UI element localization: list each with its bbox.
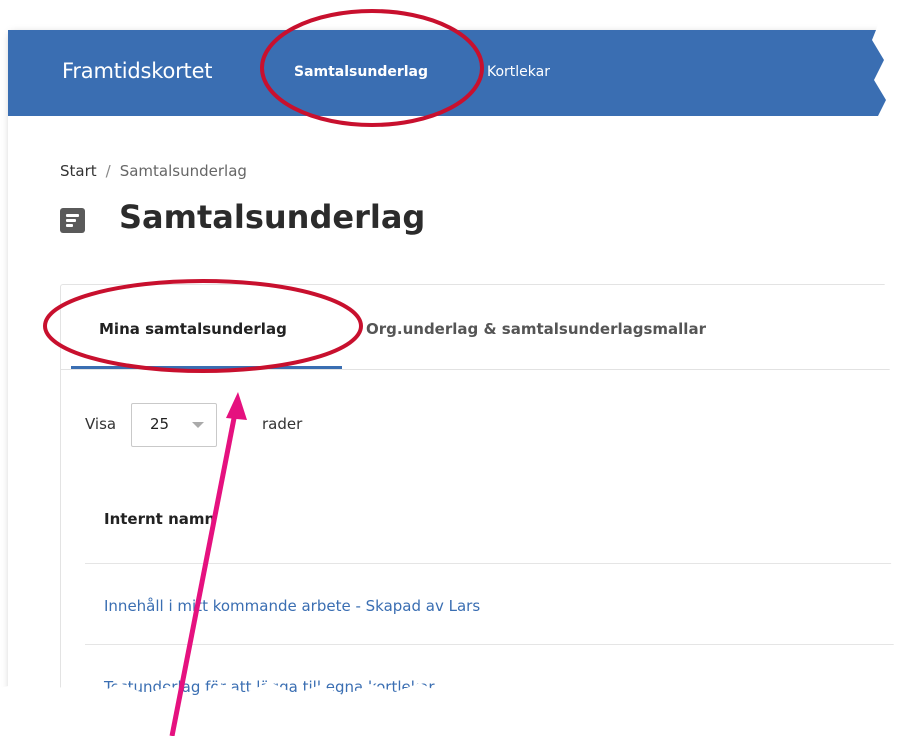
nav-link-kortlekar[interactable]: Kortlekar	[487, 64, 550, 80]
table-divider	[85, 563, 908, 564]
chevron-down-icon	[192, 422, 204, 428]
content-card: Mina samtalsunderlag Org.underlag & samt…	[60, 284, 908, 705]
top-navbar: Framtidskortet Samtalsunderlag Kortlekar	[8, 30, 908, 116]
tab-org-underlag[interactable]: Org.underlag & samtalsunderlagsmallar	[366, 320, 706, 338]
column-header-internt-namn[interactable]: Internt namn	[104, 510, 215, 528]
document-icon	[60, 208, 85, 233]
app-window: Framtidskortet Samtalsunderlag Kortlekar…	[8, 30, 908, 705]
length-prefix: Visa	[85, 415, 117, 433]
length-suffix: rader	[262, 415, 303, 433]
rows-per-page-select[interactable]: 25	[131, 403, 217, 447]
nav-link-samtalsunderlag[interactable]: Samtalsunderlag	[294, 64, 428, 80]
rows-per-page-value: 25	[150, 415, 170, 433]
breadcrumb-separator: /	[105, 162, 111, 180]
active-tab-indicator	[71, 366, 342, 369]
table-row[interactable]: Innehåll i mitt kommande arbete - Skapad…	[104, 597, 480, 615]
tab-bar: Mina samtalsunderlag Org.underlag & samt…	[61, 285, 908, 370]
tab-mina-samtalsunderlag[interactable]: Mina samtalsunderlag	[99, 320, 287, 338]
page-title: Samtalsunderlag	[119, 198, 426, 236]
table-divider	[85, 644, 908, 645]
breadcrumb-current: Samtalsunderlag	[119, 162, 247, 180]
breadcrumb: Start / Samtalsunderlag	[60, 162, 247, 180]
brand-logo[interactable]: Framtidskortet	[62, 59, 213, 83]
table-row[interactable]: Testunderlag för att lägga till egna kor…	[104, 678, 435, 696]
breadcrumb-home[interactable]: Start	[60, 162, 97, 180]
